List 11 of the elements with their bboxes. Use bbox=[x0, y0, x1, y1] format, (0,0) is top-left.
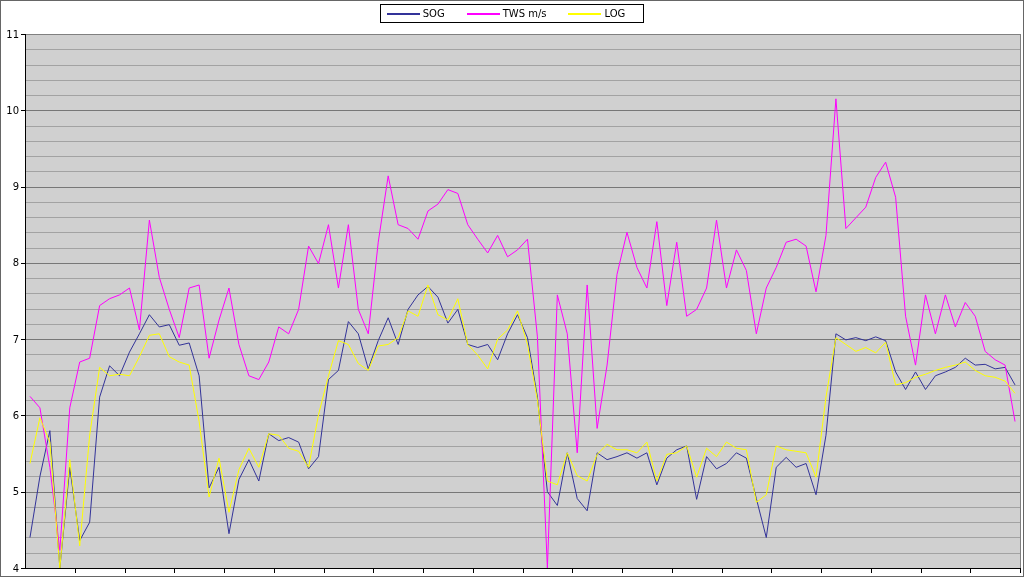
y-tick-label: 11 bbox=[6, 28, 19, 40]
legend-label: LOG bbox=[604, 7, 626, 20]
legend-label: SOG bbox=[422, 7, 445, 20]
y-tick-label: 5 bbox=[12, 486, 19, 498]
y-tick-label: 6 bbox=[12, 409, 19, 421]
legend-label: TWS m/s bbox=[502, 7, 547, 20]
y-tick-label: 9 bbox=[12, 181, 19, 193]
y-tick-label: 4 bbox=[12, 562, 19, 574]
y-tick-label: 10 bbox=[6, 104, 19, 116]
y-tick-label: 7 bbox=[12, 333, 19, 345]
y-tick-label: 8 bbox=[12, 257, 19, 269]
